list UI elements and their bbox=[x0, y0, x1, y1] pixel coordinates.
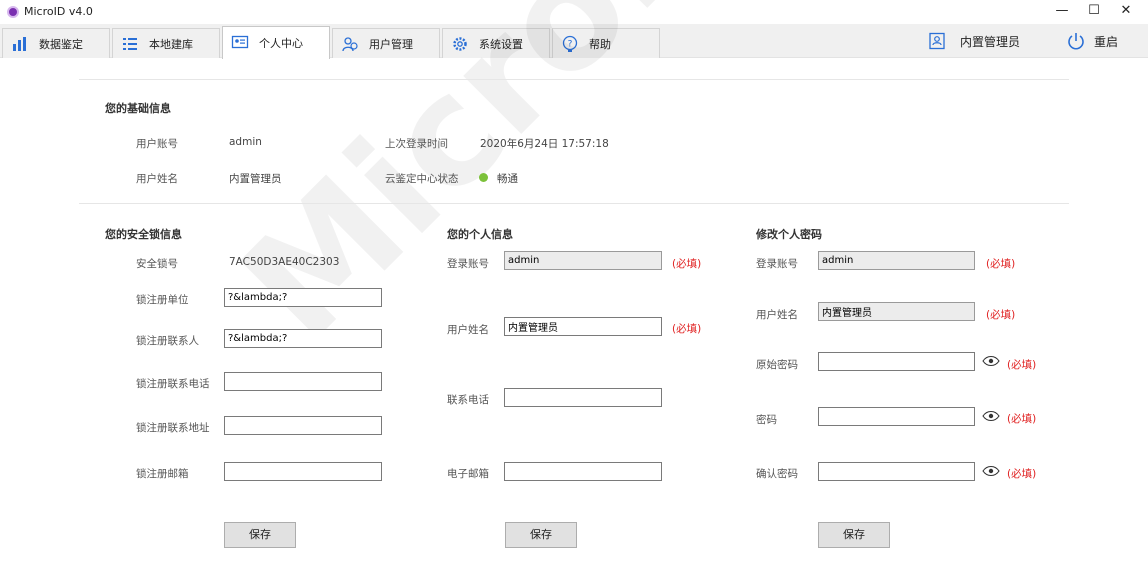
last-login-label: 上次登录时间 bbox=[385, 138, 448, 150]
lock-unit-label: 锁注册单位 bbox=[136, 294, 189, 306]
tab-bar: 数据鉴定 本地建库 个人中心 用户管理 系统设置 ? 帮助 内置管理员 重启 bbox=[0, 24, 1148, 59]
basic-info-title: 您的基础信息 bbox=[105, 102, 171, 115]
old-password-label: 原始密码 bbox=[756, 359, 798, 371]
tab-local-db[interactable]: 本地建库 bbox=[112, 28, 220, 58]
svg-text:?: ? bbox=[568, 40, 573, 50]
power-icon bbox=[1068, 33, 1084, 50]
tab-help[interactable]: ? 帮助 bbox=[552, 28, 660, 58]
tab-data-identify[interactable]: 数据鉴定 bbox=[2, 28, 110, 58]
lock-phone-field[interactable] bbox=[224, 372, 382, 391]
lock-unit-field[interactable] bbox=[224, 288, 382, 307]
lock-email-field[interactable] bbox=[224, 462, 382, 481]
tab-label: 个人中心 bbox=[259, 37, 303, 50]
pw-name-label: 用户姓名 bbox=[756, 309, 798, 321]
user-card-icon bbox=[929, 32, 945, 50]
required-mark: (必填) bbox=[672, 323, 702, 335]
tab-system-settings[interactable]: 系统设置 bbox=[442, 28, 550, 58]
tab-label: 本地建库 bbox=[149, 37, 193, 51]
password-save-button[interactable]: 保存 bbox=[818, 522, 890, 548]
id-card-icon bbox=[231, 35, 249, 49]
required-mark: (必填) bbox=[986, 309, 1016, 321]
lock-phone-label: 锁注册联系电话 bbox=[136, 378, 210, 390]
phone-label: 联系电话 bbox=[447, 394, 489, 406]
account-value: admin bbox=[229, 136, 262, 148]
eye-icon[interactable] bbox=[982, 355, 1000, 367]
phone-field[interactable] bbox=[504, 388, 662, 407]
help-icon: ? bbox=[562, 35, 578, 52]
login-account-field bbox=[504, 251, 662, 270]
lock-email-label: 锁注册邮箱 bbox=[136, 468, 189, 480]
pw-name-field bbox=[818, 302, 975, 321]
user-name-field[interactable] bbox=[504, 317, 662, 336]
pw-login-label: 登录账号 bbox=[756, 258, 798, 270]
personal-save-button[interactable]: 保存 bbox=[505, 522, 577, 548]
pw-login-field bbox=[818, 251, 975, 270]
lock-contact-field[interactable] bbox=[224, 329, 382, 348]
gear-icon bbox=[453, 37, 467, 51]
restart-button[interactable]: 重启 bbox=[1066, 24, 1118, 58]
cloud-status-value: 畅通 bbox=[497, 173, 518, 185]
eye-icon[interactable] bbox=[982, 465, 1000, 477]
close-button[interactable]: ✕ bbox=[1106, 0, 1146, 24]
required-mark: (必填) bbox=[1007, 468, 1037, 480]
old-password-field[interactable] bbox=[818, 352, 975, 371]
account-label: 用户账号 bbox=[136, 138, 178, 150]
tab-label: 数据鉴定 bbox=[39, 37, 83, 51]
lock-save-button[interactable]: 保存 bbox=[224, 522, 296, 548]
users-icon bbox=[342, 37, 358, 52]
required-mark: (必填) bbox=[672, 258, 702, 270]
new-password-field[interactable] bbox=[818, 407, 975, 426]
name-label: 用户姓名 bbox=[136, 173, 178, 185]
required-mark: (必填) bbox=[1007, 359, 1037, 371]
tab-user-management[interactable]: 用户管理 bbox=[332, 28, 440, 58]
confirm-password-label: 确认密码 bbox=[756, 468, 798, 480]
lock-contact-label: 锁注册联系人 bbox=[136, 335, 199, 347]
email-label: 电子邮箱 bbox=[447, 468, 489, 480]
lock-address-label: 锁注册联系地址 bbox=[136, 422, 210, 434]
lock-address-field[interactable] bbox=[224, 416, 382, 435]
new-password-label: 密码 bbox=[756, 414, 777, 426]
current-user[interactable]: 内置管理员 bbox=[928, 24, 1020, 58]
status-dot-icon bbox=[479, 173, 488, 182]
chart-icon bbox=[13, 37, 26, 51]
tab-label: 用户管理 bbox=[369, 37, 413, 51]
user-name-label: 用户姓名 bbox=[447, 324, 489, 336]
password-title: 修改个人密码 bbox=[756, 228, 822, 241]
tab-label: 系统设置 bbox=[479, 37, 523, 51]
required-mark: (必填) bbox=[986, 258, 1016, 270]
current-user-name: 内置管理员 bbox=[960, 34, 1021, 49]
confirm-password-field[interactable] bbox=[818, 462, 975, 481]
last-login-value: 2020年6月24日 17:57:18 bbox=[480, 138, 609, 150]
tab-label: 帮助 bbox=[589, 37, 611, 51]
eye-icon[interactable] bbox=[982, 410, 1000, 422]
lock-info-title: 您的安全锁信息 bbox=[105, 228, 182, 241]
divider bbox=[79, 79, 1069, 80]
tab-personal-center[interactable]: 个人中心 bbox=[222, 26, 330, 59]
login-account-label: 登录账号 bbox=[447, 258, 489, 270]
required-mark: (必填) bbox=[1007, 413, 1037, 425]
app-logo-icon bbox=[7, 6, 19, 18]
personal-info-title: 您的个人信息 bbox=[447, 228, 513, 241]
email-field[interactable] bbox=[504, 462, 662, 481]
restart-label: 重启 bbox=[1094, 34, 1119, 49]
window-title: MicroID v4.0 bbox=[24, 5, 93, 18]
lock-no-label: 安全锁号 bbox=[136, 258, 178, 270]
lock-no-value: 7AC50D3AE40C2303 bbox=[229, 256, 340, 268]
cloud-status-label: 云鉴定中心状态 bbox=[385, 173, 459, 185]
list-icon bbox=[123, 38, 137, 50]
title-bar: MicroID v4.0 — ☐ ✕ bbox=[0, 0, 1148, 24]
divider bbox=[79, 203, 1069, 204]
name-value: 内置管理员 bbox=[229, 173, 282, 185]
